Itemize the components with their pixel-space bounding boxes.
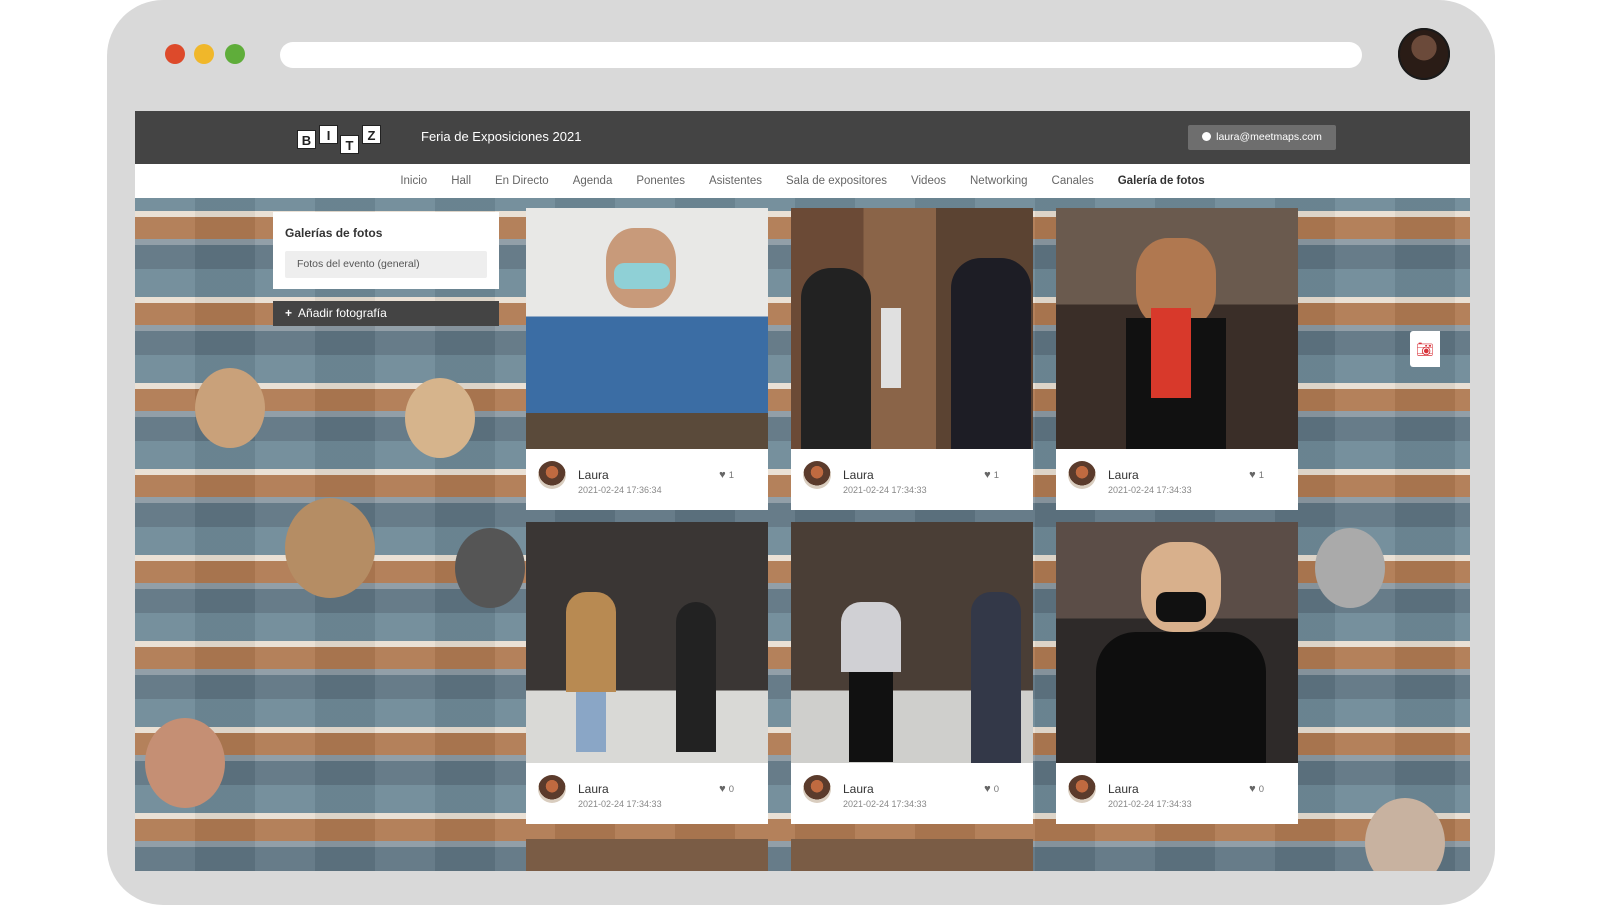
app-viewport: B I T Z Feria de Exposiciones 2021 laura… (135, 111, 1470, 871)
author-name: Laura (578, 468, 609, 482)
heart-icon: ♥ (1249, 469, 1256, 481)
nav-item-sala-de-expositores[interactable]: Sala de expositores (774, 175, 899, 187)
nav-item-canales[interactable]: Canales (1040, 175, 1106, 187)
user-circle-icon (1202, 132, 1212, 141)
photo-card[interactable]: Laura 2021-02-24 17:34:33 ♥ 0 (1056, 522, 1298, 824)
author-avatar (803, 775, 831, 803)
gallery-panel: Galerías de fotos Fotos del evento (gene… (273, 212, 499, 289)
nav-item-asistentes[interactable]: Asistentes (697, 175, 774, 187)
bitz-logo[interactable]: B I T Z (295, 124, 385, 154)
window-close-button[interactable] (165, 44, 185, 64)
photo-card[interactable]: Laura 2021-02-24 17:34:33 ♥ 1 (1056, 208, 1298, 510)
like-count[interactable]: ♥ 1 (984, 469, 999, 481)
bg-figure (455, 528, 525, 608)
user-account-button[interactable]: laura@meetmaps.com (1188, 125, 1336, 150)
main-nav: Inicio Hall En Directo Agenda Ponentes A… (135, 164, 1470, 198)
bg-figure (1365, 798, 1445, 871)
photo-date: 2021-02-24 17:34:33 (1108, 799, 1192, 809)
bg-figure (1315, 528, 1385, 608)
author-name: Laura (843, 468, 874, 482)
like-count[interactable]: ♥ 1 (1249, 469, 1264, 481)
gallery-panel-title: Galerías de fotos (285, 226, 383, 240)
like-count[interactable]: ♥ 1 (719, 469, 734, 481)
photo-card-partial[interactable] (526, 839, 768, 871)
photo-date: 2021-02-24 17:34:33 (843, 799, 927, 809)
like-count[interactable]: ♥ 0 (984, 783, 999, 795)
photo-thumbnail[interactable] (1056, 208, 1298, 449)
author-avatar (538, 461, 566, 489)
nav-item-galeria-de-fotos[interactable]: Galería de fotos (1106, 175, 1217, 187)
photo-date: 2021-02-24 17:34:33 (1108, 485, 1192, 495)
window-minimize-button[interactable] (194, 44, 214, 64)
photo-thumbnail[interactable] (526, 208, 768, 449)
heart-icon: ♥ (984, 783, 991, 795)
nav-item-ponentes[interactable]: Ponentes (624, 175, 697, 187)
author-name: Laura (1108, 782, 1139, 796)
photo-card-partial[interactable] (791, 839, 1033, 871)
heart-icon: ♥ (984, 469, 991, 481)
address-bar[interactable] (280, 42, 1362, 68)
photo-card[interactable]: Laura 2021-02-24 17:34:33 ♥ 0 (526, 522, 768, 824)
photo-card[interactable]: Laura 2021-02-24 17:36:34 ♥ 1 (526, 208, 768, 510)
bg-figure (195, 368, 265, 448)
add-photo-label: Añadir fotografía (298, 306, 387, 320)
photo-thumbnail[interactable] (791, 208, 1033, 449)
photo-thumbnail[interactable] (791, 522, 1033, 763)
photo-thumbnail[interactable] (526, 522, 768, 763)
nav-item-agenda[interactable]: Agenda (561, 175, 625, 187)
photo-card[interactable]: Laura 2021-02-24 17:34:33 ♥ 0 (791, 522, 1033, 824)
author-name: Laura (843, 782, 874, 796)
author-avatar (1068, 775, 1096, 803)
top-bar: B I T Z Feria de Exposiciones 2021 laura… (135, 111, 1470, 164)
nav-item-networking[interactable]: Networking (958, 175, 1040, 187)
author-name: Laura (1108, 468, 1139, 482)
author-name: Laura (578, 782, 609, 796)
window-maximize-button[interactable] (225, 44, 245, 64)
user-email: laura@meetmaps.com (1216, 131, 1322, 143)
photo-card[interactable]: Laura 2021-02-24 17:34:33 ♥ 1 (791, 208, 1033, 510)
bg-figure (285, 498, 375, 598)
camera-icon[interactable]: 📷︎ (1410, 331, 1440, 367)
add-photo-button[interactable]: + Añadir fotografía (273, 301, 499, 326)
photo-date: 2021-02-24 17:34:33 (843, 485, 927, 495)
photo-date: 2021-02-24 17:36:34 (578, 485, 662, 495)
logo-letter-t: T (340, 135, 359, 154)
nav-item-en-directo[interactable]: En Directo (483, 175, 561, 187)
photo-date: 2021-02-24 17:34:33 (578, 799, 662, 809)
like-count[interactable]: ♥ 0 (719, 783, 734, 795)
logo-letter-z: Z (362, 125, 381, 144)
nav-item-videos[interactable]: Videos (899, 175, 958, 187)
bg-figure (405, 378, 475, 458)
author-avatar (803, 461, 831, 489)
heart-icon: ♥ (719, 469, 726, 481)
nav-item-inicio[interactable]: Inicio (388, 175, 439, 187)
plus-icon: + (285, 306, 293, 320)
gallery-select[interactable]: Fotos del evento (general) (285, 251, 487, 278)
heart-icon: ♥ (719, 783, 726, 795)
nav-item-hall[interactable]: Hall (439, 175, 483, 187)
heart-icon: ♥ (1249, 783, 1256, 795)
author-avatar (538, 775, 566, 803)
logo-letter-i: I (319, 125, 338, 144)
event-title: Feria de Exposiciones 2021 (421, 129, 582, 144)
photo-thumbnail[interactable] (1056, 522, 1298, 763)
author-avatar (1068, 461, 1096, 489)
logo-letter-b: B (297, 130, 316, 149)
like-count[interactable]: ♥ 0 (1249, 783, 1264, 795)
browser-profile-avatar[interactable] (1398, 28, 1450, 80)
bg-figure (145, 718, 225, 808)
